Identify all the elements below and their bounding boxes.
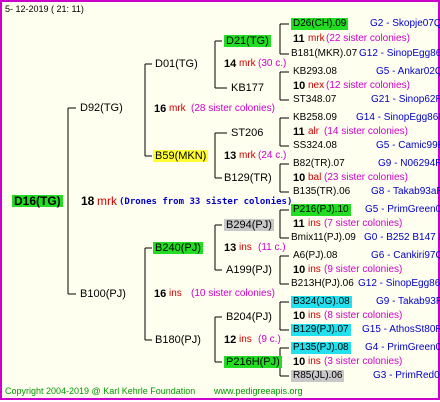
g4-bottom-queen[interactable]: Bmix11(PJ).09 bbox=[291, 232, 356, 244]
g2-num: 12 bbox=[224, 334, 237, 346]
root-generation-num: 18 bbox=[81, 194, 95, 208]
g4-num: 10 bbox=[293, 172, 306, 184]
report-date: 5- 12-2019 ( 21: 11) bbox=[5, 4, 84, 14]
g4-bottom-queen[interactable]: B129(PJ).07 bbox=[291, 324, 351, 336]
g2-queen[interactable]: B180(PJ) bbox=[155, 334, 201, 346]
g4-top-queen[interactable]: A6(PJ).08 bbox=[293, 250, 337, 262]
mother-num: 16 bbox=[154, 288, 167, 300]
g3-queen[interactable]: B294(PJ) bbox=[224, 219, 274, 231]
g4-bottom-origin: G3 - PrimRed01 bbox=[373, 370, 440, 381]
g4-bottom-origin: G8 - Takab93aR bbox=[371, 186, 440, 197]
g2-mark: ins bbox=[239, 242, 252, 253]
father-mark: mrk bbox=[169, 103, 186, 114]
g4-num: 11 bbox=[293, 126, 305, 138]
g3-queen[interactable]: B129(TR) bbox=[224, 172, 272, 184]
g4-mark: alr bbox=[308, 126, 320, 137]
g4-bottom-queen[interactable]: ST348.07 bbox=[293, 94, 336, 106]
g4-num: 10 bbox=[293, 264, 306, 276]
mother-note: (10 sister colonies) bbox=[191, 288, 275, 299]
g3-queen[interactable]: P216H(PJ) bbox=[224, 356, 282, 368]
g3-queen[interactable]: B204(PJ) bbox=[226, 311, 272, 323]
g4-top-origin: G9 - N06294R bbox=[378, 158, 440, 169]
father-num: 16 bbox=[154, 103, 167, 115]
g4-num: 10 bbox=[293, 356, 306, 368]
father-note: (28 sister colonies) bbox=[191, 103, 275, 114]
g4-note: (9 sister colonies) bbox=[324, 264, 403, 275]
g3-queen[interactable]: A199(PJ) bbox=[226, 264, 272, 276]
g4-note: (7 sister colonies) bbox=[324, 218, 403, 229]
g4-bottom-queen[interactable]: SS324.08 bbox=[293, 140, 337, 152]
g4-mark: nex bbox=[308, 80, 325, 91]
g4-bottom-origin: G0 - B252 B147 B bbox=[364, 232, 440, 243]
g4-num: 10 bbox=[293, 80, 306, 92]
g4-bottom-queen[interactable]: R85(JL).06 bbox=[291, 370, 345, 382]
g4-top-queen[interactable]: P135(PJ).08 bbox=[291, 342, 351, 354]
g4-bottom-origin: G5 - Camic99R bbox=[376, 140, 440, 151]
g3-queen[interactable]: ST206 bbox=[231, 127, 263, 139]
g4-top-origin: G5 - Ankar02Q bbox=[376, 66, 440, 77]
g2-mark: mrk bbox=[239, 58, 256, 69]
g4-note: (8 sister colonies) bbox=[324, 310, 403, 321]
g3-queen[interactable]: D21(TG) bbox=[224, 35, 271, 47]
g4-top-queen[interactable]: D26(CH).09 bbox=[291, 18, 349, 30]
g2-mark: ins bbox=[239, 334, 252, 345]
g4-num: 10 bbox=[293, 310, 306, 322]
g2-note: (24 c.) bbox=[258, 150, 287, 161]
g4-mark: ins bbox=[308, 264, 321, 275]
g2-note: (11 c.) bbox=[258, 242, 286, 253]
g4-mark: ins bbox=[308, 310, 321, 321]
site-link[interactable]: www.pedigreeapis.org bbox=[214, 385, 303, 397]
g3-queen[interactable]: KB177 bbox=[231, 82, 264, 94]
mother-queen[interactable]: B100(PJ) bbox=[80, 288, 126, 300]
g2-mark: mrk bbox=[239, 150, 256, 161]
g4-bottom-origin: G12 - SinopEgg86R bbox=[358, 278, 440, 289]
g4-note: (3 sister colonies) bbox=[324, 356, 403, 367]
g4-top-origin: G4 - PrimGreen00 bbox=[365, 342, 440, 353]
mother-mark: ins bbox=[169, 288, 182, 299]
g4-bottom-origin: G12 - SinopEgg86R bbox=[359, 48, 440, 59]
root-queen[interactable]: D16(TG) bbox=[12, 195, 63, 207]
g4-bottom-origin: G15 - AthosSt80R bbox=[362, 324, 440, 335]
g4-top-queen[interactable]: KB293.08 bbox=[293, 66, 337, 78]
g4-bottom-origin: G21 - Sinop62R bbox=[371, 94, 440, 105]
g4-num: 11 bbox=[293, 33, 305, 45]
father-queen[interactable]: D92(TG) bbox=[80, 102, 123, 114]
g2-num: 13 bbox=[224, 242, 237, 254]
g4-top-origin: G6 - Cankiri97Q bbox=[371, 250, 440, 261]
g4-bottom-queen[interactable]: B181(MKR).07 bbox=[291, 48, 357, 60]
g4-mark: ins bbox=[308, 356, 321, 367]
g4-note: (22 sister colonies) bbox=[326, 33, 410, 44]
copyright-text: Copyright 2004-2019 @ Karl Kehrle Founda… bbox=[5, 386, 196, 396]
g2-num: 14 bbox=[224, 58, 237, 70]
g2-note: (9 c.) bbox=[258, 334, 281, 345]
g2-note: (30 c.) bbox=[258, 58, 287, 69]
g4-note: (12 sister colonies) bbox=[326, 80, 410, 91]
g4-bottom-queen[interactable]: B135(TR).06 bbox=[293, 186, 350, 198]
g2-queen[interactable]: B59(MKN) bbox=[153, 150, 209, 162]
g4-top-origin: G14 - SinopEgg86R bbox=[356, 112, 440, 123]
g4-bottom-queen[interactable]: B213H(PJ).06 bbox=[291, 278, 354, 290]
g2-queen[interactable]: B240(PJ) bbox=[153, 242, 203, 254]
g4-top-origin: G5 - PrimGreen00 bbox=[365, 204, 440, 215]
g4-top-origin: G2 - Skopje07Q bbox=[370, 18, 440, 29]
g4-note: (23 sister colonies) bbox=[324, 172, 408, 183]
g4-top-queen[interactable]: P216(PJ).10 bbox=[291, 204, 351, 216]
g4-num: 11 bbox=[293, 218, 305, 230]
g4-note: (14 sister colonies) bbox=[324, 126, 408, 137]
g4-mark: bal bbox=[308, 172, 322, 183]
pedigree-frame: 5- 12-2019 ( 21: 11) Copyright 2004-2019… bbox=[0, 0, 440, 400]
g4-top-queen[interactable]: B324(JG).08 bbox=[291, 296, 352, 308]
g4-top-queen[interactable]: B82(TR).07 bbox=[293, 158, 345, 170]
g2-num: 13 bbox=[224, 150, 237, 162]
g2-queen[interactable]: D01(TG) bbox=[155, 58, 198, 70]
root-drones-note: (Drones from 33 sister colonies) bbox=[119, 197, 293, 207]
root-mark: mrk bbox=[97, 194, 117, 208]
g4-mark: ins bbox=[308, 218, 321, 229]
g4-mark: mrk bbox=[308, 33, 325, 44]
g4-top-origin: G9 - Takab93R bbox=[376, 296, 440, 307]
g4-top-queen[interactable]: KB258.09 bbox=[293, 112, 337, 124]
